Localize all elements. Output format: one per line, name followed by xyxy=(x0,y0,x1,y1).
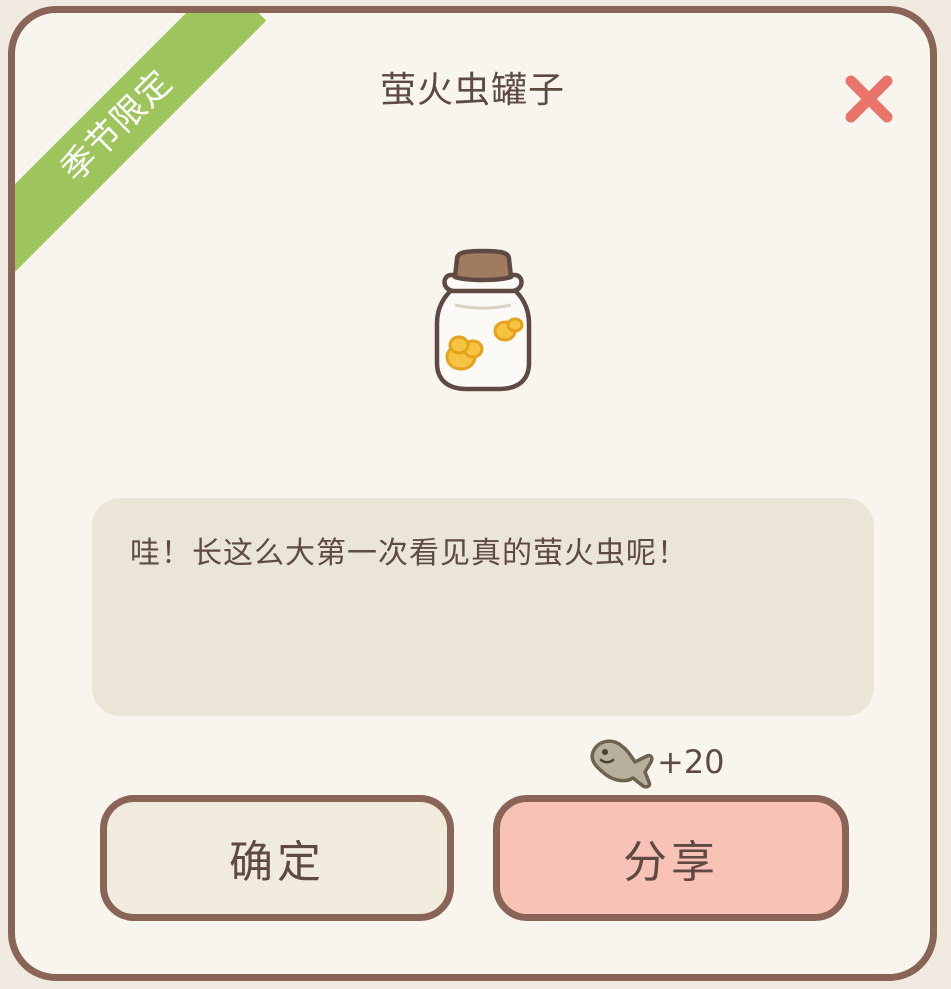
close-button[interactable] xyxy=(839,69,899,129)
season-badge-wrap: 季节限定 xyxy=(15,13,275,273)
dialog-title: 萤火虫罐子 xyxy=(379,70,565,111)
share-button[interactable]: 分享 xyxy=(493,795,849,921)
reward-value: +20 xyxy=(657,743,725,781)
item-dialog: 季节限定 萤火虫罐子 哇！长这么大第一次看见真的萤火虫呢！ +20 确定 分享 xyxy=(8,6,937,981)
confirm-button[interactable]: 确定 xyxy=(100,795,454,921)
item-description: 哇！长这么大第一次看见真的萤火虫呢！ xyxy=(130,536,688,571)
reward: +20 xyxy=(587,730,725,794)
firefly-jar-icon xyxy=(434,248,532,392)
fish-icon xyxy=(590,739,654,789)
close-icon xyxy=(845,75,893,123)
description-box: 哇！长这么大第一次看见真的萤火虫呢！ xyxy=(92,498,874,716)
season-limited-badge: 季节限定 xyxy=(15,13,267,273)
